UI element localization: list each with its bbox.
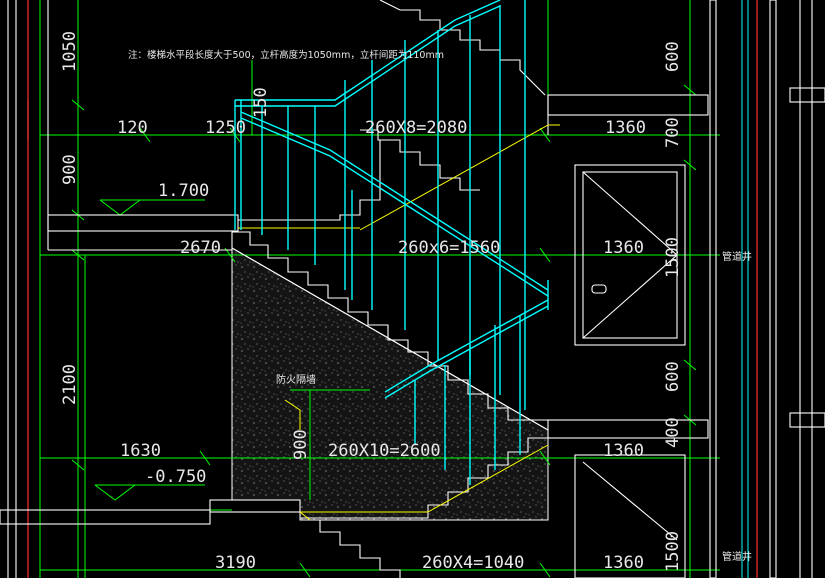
dim-1360-d: 1360 [603,553,644,573]
shaft-label-bottom: 管道井 [722,550,752,563]
dim-700: 700 [663,117,683,148]
dim-1360-a: 1360 [605,118,646,138]
cad-viewport[interactable]: 注：楼梯水平段长度大于500，立杆高度为1050mm，立杆间距为110mm 防火… [0,0,825,578]
general-note: 注：楼梯水平段长度大于500，立杆高度为1050mm，立杆间距为110mm [128,49,444,61]
dim-3190: 3190 [215,553,256,573]
dim-1360-b: 1360 [603,238,644,258]
stair-section-drawing[interactable]: 注：楼梯水平段长度大于500，立杆高度为1050mm，立杆间距为110mm 防火… [0,0,825,578]
dim-600-top: 600 [663,41,683,72]
dim-run-bottom: 260X4=1040 [422,553,524,573]
shaft-label-top: 管道井 [722,250,752,263]
dim-2100: 2100 [60,364,80,405]
level-upper: 1.700 [158,181,209,201]
shaft-lines [741,0,749,578]
dim-1050: 1050 [60,31,80,72]
dim-run-low: 260X10=2600 [328,441,441,461]
dim-120: 120 [117,118,148,138]
dim-run-top: 260X8=2080 [365,118,467,138]
dim-2670: 2670 [180,238,221,258]
dim-1630: 1630 [120,441,161,461]
dim-1500-mid: 1500 [663,237,683,278]
dim-run-mid: 260x6=1560 [398,238,500,258]
dim-150: 150 [251,87,271,118]
level-lower: -0.750 [145,467,206,487]
dim-400: 400 [663,417,683,448]
dim-1500-bottom: 1500 [663,531,683,572]
dim-900-mid: 900 [291,429,311,460]
dim-1360-c: 1360 [603,441,644,461]
dim-600-low: 600 [663,361,683,392]
dim-1250: 1250 [205,118,246,138]
fire-wall-label: 防火隔墙 [276,373,316,386]
dim-900-left: 900 [60,154,80,185]
